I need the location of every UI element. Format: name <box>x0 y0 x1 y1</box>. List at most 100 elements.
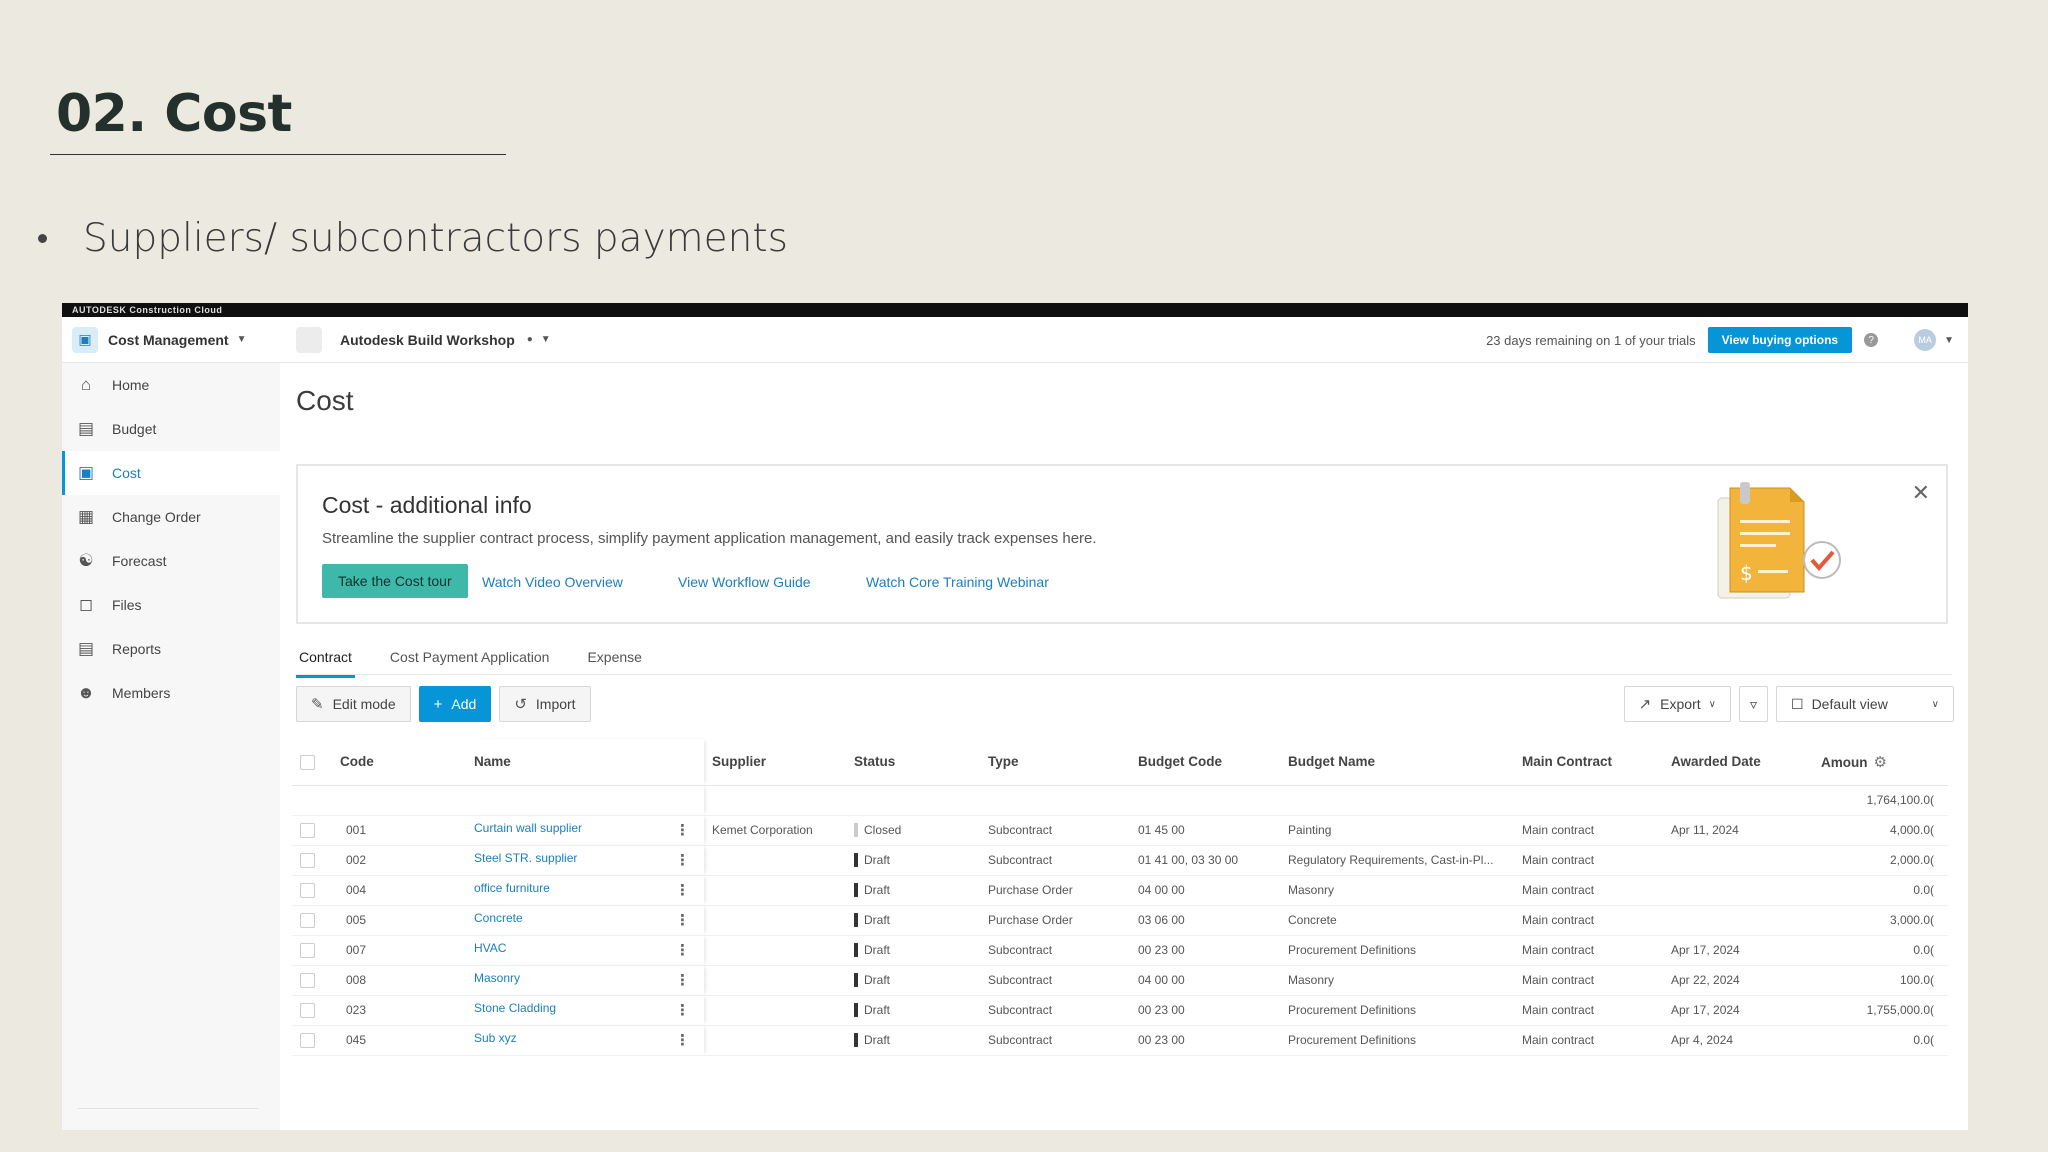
contract-name-link[interactable]: Curtain wall supplier <box>474 821 582 835</box>
export-button[interactable]: ↗ Export ∨ <box>1623 686 1731 722</box>
row-checkbox[interactable] <box>300 852 315 868</box>
table-row[interactable]: 004 office furniture ⋮ Draft Purchase Order 0… <box>292 875 1948 906</box>
take-tour-button[interactable]: Take the Cost tour <box>322 564 468 598</box>
row-checkbox[interactable] <box>300 912 315 928</box>
header-budget-name[interactable]: Budget Name <box>1288 739 1522 786</box>
table-row[interactable]: 002 Steel STR. supplier ⋮ Draft Subcontract 0… <box>292 845 1948 876</box>
cell-type: Purchase Order <box>988 875 1138 906</box>
row-checkbox[interactable] <box>300 1032 315 1048</box>
row-checkbox[interactable] <box>300 1002 315 1018</box>
cell-code: 001 <box>340 815 474 846</box>
header-budget-code[interactable]: Budget Code <box>1138 739 1288 786</box>
more-options-icon[interactable]: ⋮ <box>675 851 690 869</box>
sidebar-item-cost[interactable]: ▣ Cost <box>62 451 280 495</box>
chevron-down-icon[interactable]: ▼ <box>1944 335 1954 346</box>
module-selector[interactable]: ▣ Cost Management ▼ <box>62 326 280 353</box>
more-options-icon[interactable]: ⋮ <box>675 941 690 959</box>
total-spacer <box>474 785 704 816</box>
row-checkbox[interactable] <box>300 942 315 958</box>
status-label: Draft <box>864 942 891 957</box>
row-select-cell <box>292 815 340 846</box>
select-all-checkbox[interactable] <box>300 754 315 770</box>
header-supplier[interactable]: Supplier <box>704 739 854 786</box>
training-webinar-link[interactable]: Watch Core Training Webinar <box>866 574 1049 590</box>
chevron-down-icon: ▼ <box>540 334 551 345</box>
avatar[interactable]: MA <box>1914 329 1937 351</box>
header-code[interactable]: Code <box>340 739 474 786</box>
cell-budget-name: Procurement Definitions <box>1288 935 1522 966</box>
contract-name-link[interactable]: Steel STR. supplier <box>474 851 577 865</box>
contract-name-link[interactable]: Sub xyz <box>474 1031 517 1045</box>
more-options-icon[interactable]: ⋮ <box>675 1001 690 1019</box>
workflow-guide-link[interactable]: View Workflow Guide <box>678 574 811 590</box>
cell-main-contract: Main contract <box>1522 845 1671 876</box>
more-options-icon[interactable]: ⋮ <box>675 821 690 839</box>
cell-awarded-date <box>1671 845 1821 876</box>
view-selector[interactable]: ☐ Default view ∨ <box>1776 686 1954 722</box>
more-options-icon[interactable]: ⋮ <box>675 881 690 899</box>
add-button[interactable]: + Add <box>418 686 492 722</box>
sidebar-item-label: Cost <box>112 465 141 481</box>
cell-code: 004 <box>340 875 474 906</box>
table-row[interactable]: 005 Concrete ⋮ Draft Purchase Order 03 06 00 C… <box>292 905 1948 936</box>
help-icon[interactable]: ? <box>1864 333 1879 347</box>
project-selector[interactable]: Autodesk Build Workshop ● ▼ <box>296 326 551 353</box>
contract-name-link[interactable]: Concrete <box>474 911 523 925</box>
sidebar-item-forecast[interactable]: ☯ Forecast <box>62 539 280 583</box>
table-row[interactable]: 007 HVAC ⋮ Draft Subcontract 00 23 00 Procurem… <box>292 935 1948 966</box>
cell-supplier <box>704 845 854 876</box>
cell-awarded-date <box>1671 875 1821 906</box>
table-row[interactable]: 008 Masonry ⋮ Draft Subcontract 04 00 00 Mason… <box>292 965 1948 996</box>
more-options-icon[interactable]: ⋮ <box>675 911 690 929</box>
contract-name-link[interactable]: HVAC <box>474 941 506 955</box>
table-row[interactable]: 023 Stone Cladding ⋮ Draft Subcontract 00 23 … <box>292 995 1948 1026</box>
home-icon: ⌂ <box>80 375 92 394</box>
header-status[interactable]: Status <box>854 739 988 786</box>
edit-mode-button[interactable]: ✎ Edit mode <box>296 686 411 722</box>
header-main-contract[interactable]: Main Contract <box>1522 739 1671 786</box>
clipboard-illustration-icon: $ <box>1717 482 1841 599</box>
row-checkbox[interactable] <box>300 972 315 988</box>
sidebar-item-members[interactable]: ☻ Members <box>62 671 280 715</box>
default-view-label: Default view <box>1811 695 1888 712</box>
header-awarded-date[interactable]: Awarded Date <box>1671 739 1821 786</box>
table-row[interactable]: 045 Sub xyz ⋮ Draft Subcontract 00 23 00 Procu… <box>292 1025 1948 1056</box>
more-options-icon[interactable]: ⋮ <box>675 1031 690 1049</box>
table-row[interactable]: 001 Curtain wall supplier ⋮ Kemet Corporati… <box>292 815 1948 846</box>
pencil-icon: ✎ <box>311 696 324 713</box>
view-buying-options-button[interactable]: View buying options <box>1707 327 1853 353</box>
header-amount[interactable]: Amoun ⚙ <box>1821 739 1948 786</box>
header-type[interactable]: Type <box>988 739 1138 786</box>
info-title: Cost - additional info <box>322 492 532 518</box>
import-button[interactable]: ↺ Import <box>499 686 591 722</box>
row-checkbox[interactable] <box>300 822 315 838</box>
cell-name: Curtain wall supplier ⋮ <box>474 815 704 846</box>
cell-supplier <box>704 995 854 1026</box>
sidebar-item-budget[interactable]: ▤ Budget <box>62 407 280 451</box>
filter-button[interactable]: ▿ <box>1738 686 1768 722</box>
cost-module-icon: ▣ <box>72 326 98 353</box>
status-label: Draft <box>864 912 891 927</box>
contract-name-link[interactable]: Masonry <box>474 971 520 985</box>
contract-name-link[interactable]: Stone Cladding <box>474 1001 556 1015</box>
sidebar-item-home[interactable]: ⌂ Home <box>62 363 280 407</box>
sidebar-item-reports[interactable]: ▤ Reports <box>62 627 280 671</box>
close-icon[interactable]: ✕ <box>1912 480 1930 506</box>
bullet-dot <box>38 234 47 243</box>
watch-video-link[interactable]: Watch Video Overview <box>482 574 623 590</box>
row-checkbox[interactable] <box>300 882 315 898</box>
gear-icon[interactable]: ⚙ <box>1874 754 1887 771</box>
cell-code: 007 <box>340 935 474 966</box>
add-label: Add <box>451 696 477 712</box>
cell-main-contract: Main contract <box>1522 935 1671 966</box>
status-label: Draft <box>864 1002 891 1017</box>
sidebar-item-change-order[interactable]: ▦ Change Order <box>62 495 280 539</box>
header-name[interactable]: Name <box>474 739 704 786</box>
contract-name-link[interactable]: office furniture <box>474 881 550 895</box>
cell-budget-name: Painting <box>1288 815 1522 846</box>
sidebar-item-files[interactable]: ◻ Files <box>62 583 280 627</box>
select-all-cell <box>292 739 340 786</box>
more-options-icon[interactable]: ⋮ <box>675 971 690 989</box>
row-select-cell <box>292 875 340 906</box>
sidebar-footer <box>78 1108 258 1120</box>
